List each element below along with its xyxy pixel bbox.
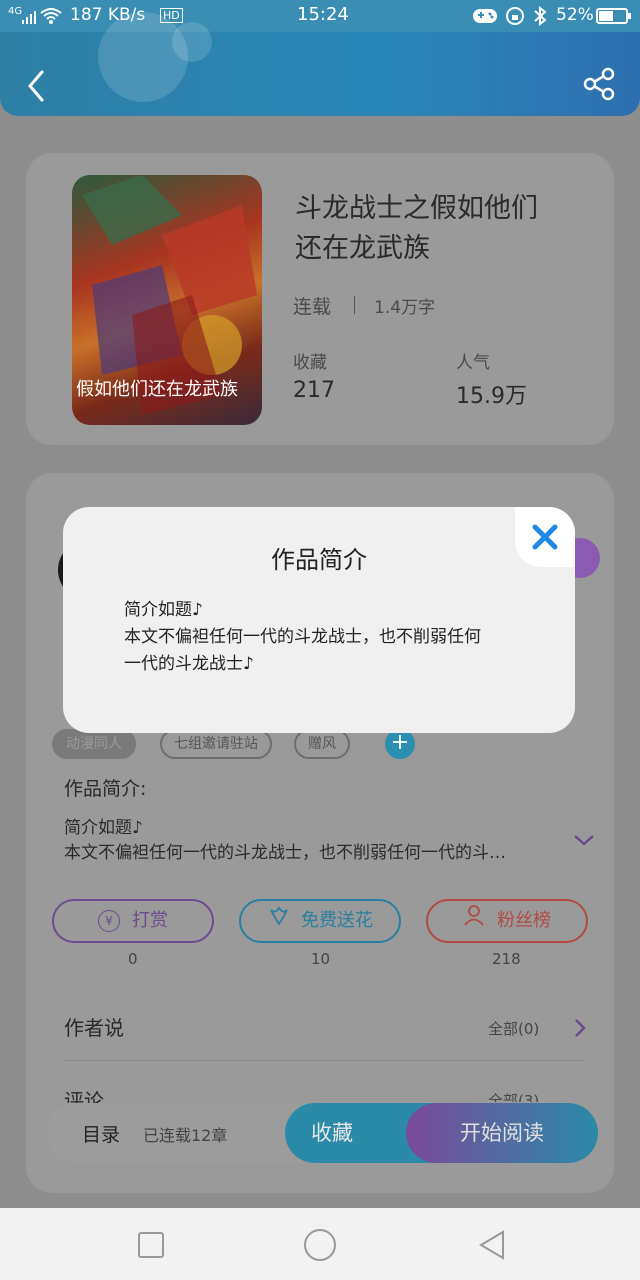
tip-count: 0 bbox=[128, 950, 138, 968]
tip-button[interactable]: ¥ 打赏 bbox=[52, 899, 214, 943]
close-button[interactable] bbox=[515, 507, 575, 567]
intro-line2: 本文不偏袒任何一代的斗龙战士，也不削弱任何一代的斗… bbox=[64, 843, 506, 863]
share-icon[interactable] bbox=[580, 64, 620, 104]
tag-item[interactable]: 动漫同人 bbox=[52, 729, 136, 759]
status-bar: 4G 187 KB/s HD 15:24 52% bbox=[0, 0, 640, 32]
author-says-more[interactable]: 全部(0) bbox=[488, 1018, 539, 1039]
popularity-label: 人气 bbox=[456, 353, 490, 373]
book-cover[interactable]: 假如他们还在龙武族 bbox=[72, 175, 262, 425]
send-flower-button[interactable]: 免费送花 bbox=[239, 899, 401, 943]
favorites-label: 收藏 bbox=[293, 353, 327, 373]
header bbox=[0, 12, 640, 116]
battery-icon bbox=[596, 8, 632, 24]
network-label: 4G bbox=[8, 6, 23, 17]
user-icon bbox=[463, 901, 487, 941]
fan-ranking-label: 粉丝榜 bbox=[497, 910, 551, 931]
intro-line1: 简介如题♪ bbox=[64, 818, 143, 838]
intro-modal: 作品简介 简介如题♪ 本文不偏袒任何一代的斗龙战士，也不削弱任何 一代的斗龙战士… bbox=[63, 507, 575, 733]
home-icon[interactable] bbox=[303, 1228, 337, 1262]
signal-icon bbox=[22, 9, 36, 24]
rotation-lock-icon bbox=[505, 6, 525, 26]
wifi-icon bbox=[40, 7, 62, 25]
divider bbox=[354, 296, 355, 314]
modal-line1: 简介如题♪ bbox=[124, 600, 203, 620]
gamepad-icon bbox=[472, 6, 498, 26]
intro-heading: 作品简介: bbox=[64, 778, 147, 800]
tag-item[interactable]: 赠风 bbox=[294, 729, 350, 759]
recent-apps-icon[interactable] bbox=[138, 1232, 164, 1258]
decor-bubble bbox=[172, 22, 212, 62]
favorites-count: 217 bbox=[293, 378, 335, 403]
modal-title: 作品简介 bbox=[271, 546, 367, 574]
book-status: 连载 bbox=[293, 296, 332, 318]
fan-ranking-button[interactable]: 粉丝榜 bbox=[426, 899, 588, 943]
system-nav-bar bbox=[0, 1208, 640, 1280]
modal-line3: 一代的斗龙战士♪ bbox=[124, 654, 254, 674]
close-icon bbox=[532, 524, 558, 550]
book-title-line2: 还在龙武族 bbox=[295, 233, 430, 264]
comments-more[interactable]: 全部(3) bbox=[488, 1090, 539, 1102]
add-tag-button[interactable]: + bbox=[385, 729, 415, 759]
decor-bubble bbox=[98, 12, 188, 102]
cover-caption: 假如他们还在龙武族 bbox=[76, 379, 238, 400]
modal-line2: 本文不偏袒任何一代的斗龙战士，也不削弱任何 bbox=[124, 627, 481, 647]
popularity-count: 15.9万 bbox=[456, 384, 527, 409]
chevron-down-icon[interactable] bbox=[572, 830, 596, 850]
send-flower-label: 免费送花 bbox=[301, 910, 373, 931]
catalog-button[interactable]: 目录 bbox=[82, 1120, 120, 1147]
tip-label: 打赏 bbox=[132, 910, 168, 931]
clock: 15:24 bbox=[297, 4, 349, 25]
start-reading-button[interactable]: 开始阅读 bbox=[406, 1103, 598, 1163]
chevron-right-icon[interactable] bbox=[572, 1016, 588, 1040]
battery-percent: 52% bbox=[556, 5, 594, 25]
book-title-line1: 斗龙战士之假如他们 bbox=[295, 193, 538, 224]
bluetooth-icon bbox=[532, 5, 548, 27]
chapter-count: 已连载12章 bbox=[143, 1126, 228, 1145]
flower-count: 10 bbox=[311, 950, 331, 968]
fan-count: 218 bbox=[492, 950, 521, 968]
comments-label: 评论 bbox=[64, 1089, 104, 1103]
book-word-count: 1.4万字 bbox=[374, 298, 436, 318]
author-says-label: 作者说 bbox=[64, 1016, 124, 1040]
yen-icon: ¥ bbox=[98, 910, 120, 932]
divider bbox=[64, 1060, 584, 1061]
back-icon[interactable] bbox=[22, 68, 50, 104]
flower-icon bbox=[267, 901, 291, 941]
tag-item[interactable]: 七组邀请驻站 bbox=[160, 729, 272, 759]
back-nav-icon[interactable] bbox=[478, 1230, 506, 1260]
